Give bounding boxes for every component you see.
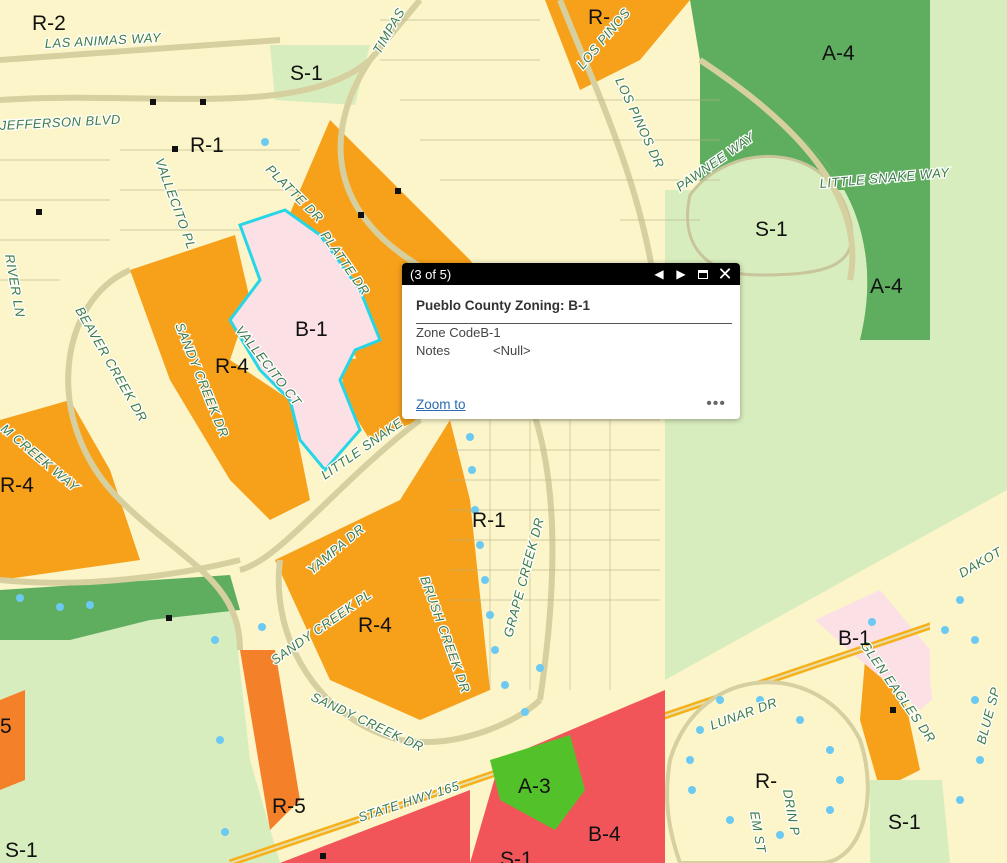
previous-arrow-icon[interactable]: ◀ [650, 265, 668, 283]
zone-label-r4-left: R-4 [0, 474, 34, 497]
popup-header: (3 of 5) ◀ ▶ ✕ [402, 263, 740, 285]
zone-label-r5: R-5 [272, 795, 306, 818]
attr-zone-code-value: B-1 [480, 325, 501, 340]
zoom-to-link[interactable]: Zoom to [416, 397, 466, 412]
zone-label-s1-top: S-1 [290, 62, 323, 85]
feature-popup[interactable]: (3 of 5) ◀ ▶ ✕ Pueblo County Zoning: B-1… [402, 263, 740, 419]
zone-label-r1-upper: R-1 [190, 134, 224, 157]
popup-counter: (3 of 5) [410, 266, 452, 282]
zone-label-s1-bottom-mid: S-1 [500, 848, 533, 863]
zone-label-r4-sandy: R-4 [215, 355, 249, 378]
zone-label-a4-top: A-4 [822, 42, 855, 65]
attr-row-notes: Notes <Null> [416, 342, 732, 360]
popup-footer: Zoom to ••• [416, 395, 726, 413]
attr-zone-code-label: Zone Code [416, 325, 481, 340]
attr-row-zone-code: Zone Code B-1 [416, 324, 732, 342]
close-icon[interactable]: ✕ [716, 264, 734, 284]
zone-label-five-partial: 5 [0, 715, 12, 738]
zone-label-b1-selected: B-1 [295, 318, 328, 341]
zone-label-s1-circle: S-1 [755, 218, 788, 241]
zone-s1-far-right [930, 0, 1007, 490]
zone-label-r4-bottom: R-4 [358, 614, 392, 637]
zone-label-r-top: R- [588, 6, 610, 29]
zone-label-s1-bottom-left: S-1 [5, 839, 38, 862]
popup-body: Pueblo County Zoning: B-1 Zone Code B-1 … [402, 285, 740, 360]
zone-label-r2: R-2 [32, 12, 66, 35]
zoning-map[interactable]: LAS ANIMAS WAY JEFFERSON BLVD TIMPAS LOS… [0, 0, 1007, 863]
more-actions-icon[interactable]: ••• [706, 395, 726, 413]
attr-notes-label: Notes [416, 343, 450, 358]
zone-label-r1-mid: R-1 [472, 509, 506, 532]
maximize-icon[interactable] [694, 265, 712, 283]
next-arrow-icon[interactable]: ▶ [672, 265, 690, 283]
zone-label-r-partial: R- [755, 770, 777, 793]
attr-notes-value: <Null> [493, 343, 531, 358]
zone-5-partial [0, 690, 25, 790]
zone-label-b4: B-4 [588, 823, 621, 846]
zone-label-a4-lower: A-4 [870, 275, 903, 298]
zone-label-a3: A-3 [518, 775, 551, 798]
zone-label-s1-bottom-right: S-1 [888, 811, 921, 834]
zone-label-b1-right: B-1 [838, 627, 871, 650]
popup-title: Pueblo County Zoning: B-1 [416, 285, 732, 324]
